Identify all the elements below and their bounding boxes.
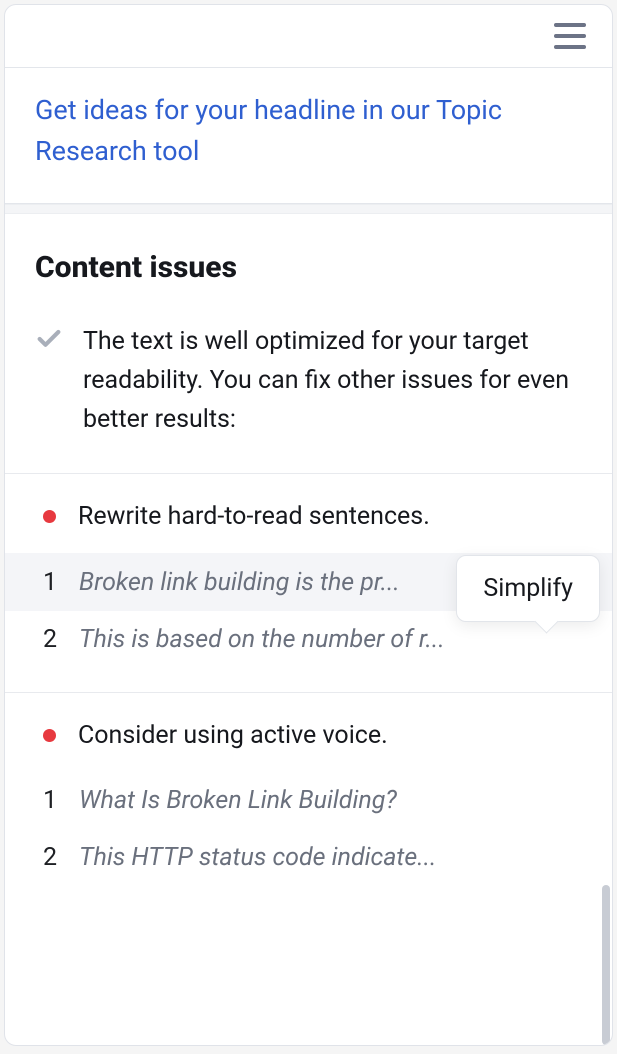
issue-item[interactable]: 2 This HTTP status code indicate... (5, 829, 612, 886)
item-number: 2 (43, 843, 63, 872)
item-number: 1 (43, 786, 63, 815)
sidebar-panel: Get ideas for your headline in our Topic… (4, 4, 613, 1046)
issue-header[interactable]: Consider using active voice. (35, 721, 582, 772)
item-number: 1 (43, 568, 63, 597)
headline-link-section: Get ideas for your headline in our Topic… (5, 68, 612, 204)
issue-title: Rewrite hard-to-read sentences. (78, 502, 582, 531)
section-title: Content issues (35, 250, 582, 285)
intro-row: The text is well optimized for your targ… (35, 323, 582, 473)
item-number: 2 (43, 625, 63, 654)
issue-group: Consider using active voice. 1 What Is B… (35, 693, 582, 910)
issue-item[interactable]: 1 What Is Broken Link Building? (5, 772, 612, 829)
topbar (5, 5, 612, 68)
issue-dot-icon (43, 510, 56, 523)
check-icon (35, 325, 63, 353)
item-text: This HTTP status code indicate... (79, 843, 574, 872)
section-gap (5, 204, 612, 214)
issue-title: Consider using active voice. (78, 721, 582, 750)
simplify-tooltip: Simplify (456, 555, 600, 622)
topic-research-link[interactable]: Get ideas for your headline in our Topic… (35, 94, 502, 167)
issue-dot-icon (43, 729, 56, 742)
intro-text: The text is well optimized for your targ… (83, 323, 582, 439)
issue-header[interactable]: Rewrite hard-to-read sentences. (35, 502, 582, 553)
menu-icon[interactable] (554, 23, 586, 49)
scrollbar[interactable] (602, 885, 610, 1045)
item-text: What Is Broken Link Building? (79, 786, 574, 815)
item-text: This is based on the number of r... (79, 625, 574, 654)
